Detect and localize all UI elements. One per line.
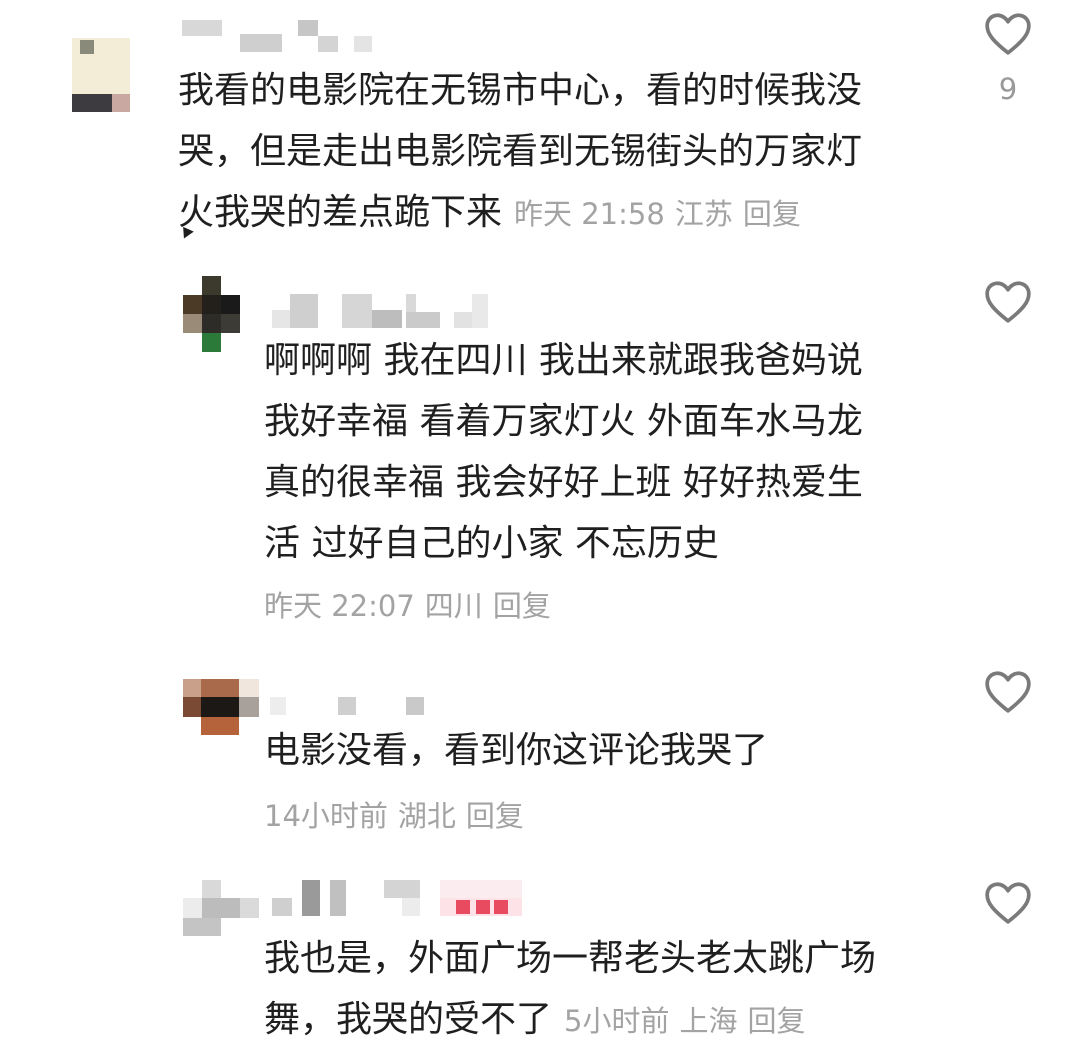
heart-outline-icon[interactable] bbox=[983, 10, 1033, 56]
comment-line: 哭，但是走出电影院看到无锡街头的万家灯 bbox=[178, 131, 863, 172]
comment-meta: 14小时前 湖北 回复 bbox=[264, 793, 524, 835]
comment-line-with-meta: 火我哭的差点跪下来 昨天 21:58 江苏 回复 bbox=[178, 182, 862, 245]
username-pixelated[interactable] bbox=[272, 880, 522, 920]
avatar[interactable] bbox=[183, 880, 259, 936]
comment-line: 舞，我哭的受不了 bbox=[264, 999, 553, 1040]
heart-outline-icon[interactable] bbox=[983, 879, 1033, 925]
reply-button[interactable]: 回复 bbox=[493, 589, 551, 623]
comment-line: 活 过好自己的小家 不忘历史 bbox=[264, 523, 719, 564]
comment-location: 上海 bbox=[679, 1004, 738, 1038]
comment-line: 火我哭的差点跪下来 bbox=[178, 192, 503, 233]
comment-time: 昨天 22:07 bbox=[264, 589, 415, 623]
comment-line-with-meta: 舞，我哭的受不了 5小时前 上海 回复 bbox=[264, 989, 876, 1052]
reply-button[interactable]: 回复 bbox=[747, 1004, 805, 1038]
comment-line: 我看的电影院在无锡市中心，看的时候我没 bbox=[178, 70, 863, 111]
username-pixelated[interactable] bbox=[182, 20, 372, 54]
comment-text: 我看的电影院在无锡市中心，看的时候我没 哭，但是走出电影院看到无锡街头的万家灯 … bbox=[178, 60, 862, 245]
comment-meta: 5小时前 上海 回复 bbox=[564, 1004, 805, 1038]
comment-time: 5小时前 bbox=[564, 1004, 670, 1038]
comment-line: 电影没看，看到你这评论我哭了 bbox=[264, 730, 769, 771]
avatar[interactable] bbox=[183, 679, 259, 735]
comment-text: 电影没看，看到你这评论我哭了 bbox=[264, 720, 768, 781]
comment-line: 我好幸福 看着万家灯火 外面车水马龙 bbox=[264, 401, 863, 442]
comment-line: 我也是，外面广场一帮老头老太跳广场 bbox=[264, 938, 877, 979]
comment-line: 啊啊啊 我在四川 我出来就跟我爸妈说 bbox=[264, 340, 863, 381]
reply-button[interactable]: 回复 bbox=[743, 197, 801, 231]
comment-meta: 昨天 22:07 四川 回复 bbox=[264, 583, 551, 625]
avatar[interactable] bbox=[72, 38, 130, 112]
comment-time: 14小时前 bbox=[264, 799, 388, 833]
comment-location: 四川 bbox=[424, 589, 483, 623]
comment-text: 我也是，外面广场一帮老头老太跳广场 舞，我哭的受不了 5小时前 上海 回复 bbox=[264, 928, 876, 1052]
reply-button[interactable]: 回复 bbox=[466, 799, 524, 833]
comment-line: 真的很幸福 我会好好上班 好好热爱生 bbox=[264, 462, 863, 503]
username-pixelated[interactable] bbox=[270, 697, 430, 719]
username-pixelated[interactable] bbox=[272, 294, 494, 330]
heart-outline-icon[interactable] bbox=[983, 668, 1033, 714]
comment-time: 昨天 21:58 bbox=[514, 197, 665, 231]
avatar[interactable] bbox=[183, 276, 259, 352]
comment-location: 湖北 bbox=[397, 799, 456, 833]
comment-meta: 昨天 21:58 江苏 回复 bbox=[514, 197, 801, 231]
comment-text: 啊啊啊 我在四川 我出来就跟我爸妈说 我好幸福 看着万家灯火 外面车水马龙 真的… bbox=[264, 330, 863, 574]
comment-location: 江苏 bbox=[674, 197, 733, 231]
heart-outline-icon[interactable] bbox=[983, 278, 1033, 324]
like-count: 9 bbox=[998, 72, 1018, 106]
